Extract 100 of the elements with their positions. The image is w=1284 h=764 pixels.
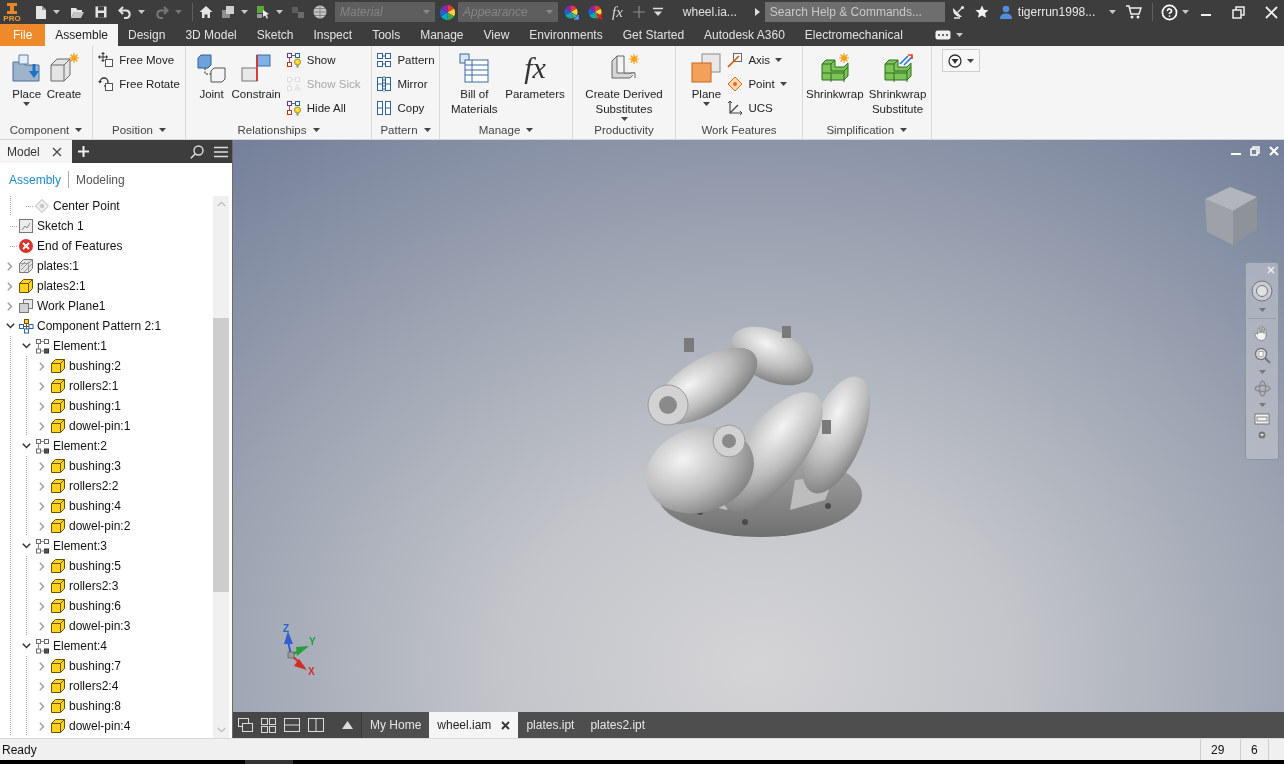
ribbon-tab[interactable]: Electromechanical — [794, 24, 913, 46]
chevron-right-icon[interactable] — [7, 261, 13, 271]
tree-item[interactable]: plates:1 — [35, 259, 82, 273]
color-wheel-icon[interactable] — [440, 4, 455, 20]
dots-pill-icon[interactable] — [934, 30, 951, 40]
vertical-split-icon[interactable] — [308, 717, 324, 733]
color-wheel-arrow-icon[interactable] — [564, 4, 579, 20]
chevron-right-icon[interactable] — [39, 461, 45, 471]
chevron-right-icon[interactable] — [39, 381, 45, 391]
caret-icon[interactable] — [312, 128, 320, 132]
tree-item[interactable]: bushing:5 — [67, 559, 124, 573]
free-rotate-button[interactable]: Free Rotate — [96, 72, 182, 96]
show-button[interactable]: Show — [283, 48, 363, 72]
search-icon[interactable] — [190, 144, 204, 159]
tree-item[interactable]: rollers2:4 — [67, 679, 121, 693]
select-cursor-icon[interactable] — [256, 5, 270, 19]
restore-icon[interactable] — [1232, 5, 1245, 19]
save-icon[interactable] — [94, 5, 108, 19]
horizontal-split-icon[interactable] — [284, 717, 300, 733]
ribbon-tab[interactable]: Autodesk A360 — [694, 24, 795, 46]
tree-item[interactable]: Center Point — [51, 199, 122, 213]
caret-icon[interactable] — [75, 128, 83, 132]
tree-item[interactable]: Element:2 — [51, 439, 110, 453]
ribbon-tab[interactable]: Design — [118, 24, 176, 46]
panel-title-button[interactable]: Simplification — [803, 121, 931, 139]
tree-item[interactable]: bushing:6 — [67, 599, 124, 613]
ribbon-tab[interactable]: 3D Model — [175, 24, 247, 46]
caret-icon[interactable] — [702, 102, 710, 106]
tile-windows-icon[interactable] — [261, 717, 276, 733]
caret-icon[interactable] — [775, 58, 783, 62]
pattern-button[interactable]: Pattern — [374, 48, 437, 72]
chevron-down-icon[interactable] — [21, 343, 31, 349]
ribbon-tab[interactable]: Sketch — [246, 24, 304, 46]
tree-item[interactable]: dowel-pin:3 — [67, 619, 133, 633]
shrinkwrap-button[interactable]: Shrinkwrap — [805, 48, 865, 102]
panel-title-button[interactable]: Component — [0, 121, 92, 139]
caret-icon[interactable] — [53, 10, 60, 14]
formula-button[interactable]: fx — [612, 4, 623, 20]
tree-item[interactable]: dowel-pin:1 — [67, 419, 133, 433]
bill-of-materials-button[interactable]: Bill of Materials — [446, 48, 503, 117]
place-button[interactable]: Place — [9, 48, 44, 106]
tree-item[interactable]: bushing:7 — [67, 659, 124, 673]
document-tab[interactable]: plates2.ipt — [582, 712, 654, 738]
color-wheel-cross-icon[interactable] — [588, 4, 603, 20]
ribbon-tab[interactable]: Assemble — [45, 24, 119, 46]
chevron-right-icon[interactable] — [39, 481, 45, 491]
caret-icon[interactable] — [1182, 10, 1190, 14]
document-tab[interactable]: My Home — [362, 712, 430, 738]
tree-item[interactable]: Element:1 — [51, 339, 110, 353]
chevron-right-icon[interactable] — [39, 621, 45, 631]
triangle-right-icon[interactable] — [754, 8, 760, 16]
chevron-right-icon[interactable] — [39, 681, 45, 691]
parameters-button[interactable]: fx Parameters — [504, 48, 566, 102]
bar-caret-icon[interactable] — [652, 7, 663, 17]
caret-icon[interactable] — [23, 102, 31, 106]
cascade-windows-icon[interactable] — [238, 717, 253, 733]
view-toggle[interactable]: Modeling — [74, 172, 127, 187]
constrain-button[interactable]: Constrain — [230, 48, 282, 102]
home-icon[interactable] — [199, 5, 213, 19]
panel-title-button[interactable]: Relationships — [186, 121, 371, 139]
ribbon-tab[interactable]: Tools — [362, 24, 411, 46]
plane-button[interactable]: Plane — [689, 48, 724, 106]
document-tab[interactable]: plates.ipt — [518, 712, 583, 738]
mirror-button[interactable]: Mirror — [374, 72, 437, 96]
ribbon-tab[interactable]: Inspect — [303, 24, 363, 46]
joint-button[interactable]: Joint — [194, 48, 229, 102]
globe-icon[interactable] — [313, 5, 327, 19]
panel-options-button[interactable] — [941, 49, 980, 72]
chevron-right-icon[interactable] — [7, 281, 13, 291]
chevron-down-icon[interactable] — [21, 443, 31, 449]
tree-item[interactable]: plates2:1 — [35, 279, 88, 293]
triangle-up-icon[interactable] — [342, 721, 353, 729]
document-tab[interactable]: wheel.iam — [429, 712, 519, 738]
new-file-icon[interactable] — [33, 5, 47, 19]
hide-all-button[interactable]: Hide All — [283, 96, 363, 120]
chevron-right-icon[interactable] — [39, 581, 45, 591]
hand-icon[interactable] — [1254, 325, 1270, 341]
ribbon-tab[interactable]: View — [473, 24, 520, 46]
tree-item[interactable]: bushing:1 — [67, 399, 124, 413]
caret-icon[interactable] — [779, 82, 787, 86]
chevron-right-icon[interactable] — [7, 301, 13, 311]
axis-button[interactable]: Axis — [725, 48, 789, 72]
chevron-right-icon[interactable] — [39, 661, 45, 671]
panel-title-button[interactable]: Manage — [440, 121, 572, 139]
caret-icon[interactable] — [526, 128, 534, 132]
panel-title-button[interactable]: Position — [93, 121, 185, 139]
chevron-right-icon[interactable] — [39, 521, 45, 531]
caret-icon[interactable] — [158, 128, 166, 132]
tree-item[interactable]: rollers2:1 — [67, 379, 121, 393]
caret-icon[interactable] — [276, 10, 283, 14]
caret-icon[interactable] — [955, 33, 963, 37]
point-button[interactable]: Point — [725, 72, 789, 96]
chevron-right-icon[interactable] — [39, 401, 45, 411]
ucs-button[interactable]: UCS — [725, 96, 789, 120]
scrollbar[interactable] — [213, 196, 229, 738]
user-menu-button[interactable]: tigerrun1998... — [998, 5, 1117, 19]
tree-item[interactable]: Work Plane1 — [35, 299, 108, 313]
chevron-right-icon[interactable] — [39, 361, 45, 371]
zoom-icon[interactable] — [1253, 347, 1271, 364]
undo-icon[interactable] — [118, 5, 132, 19]
